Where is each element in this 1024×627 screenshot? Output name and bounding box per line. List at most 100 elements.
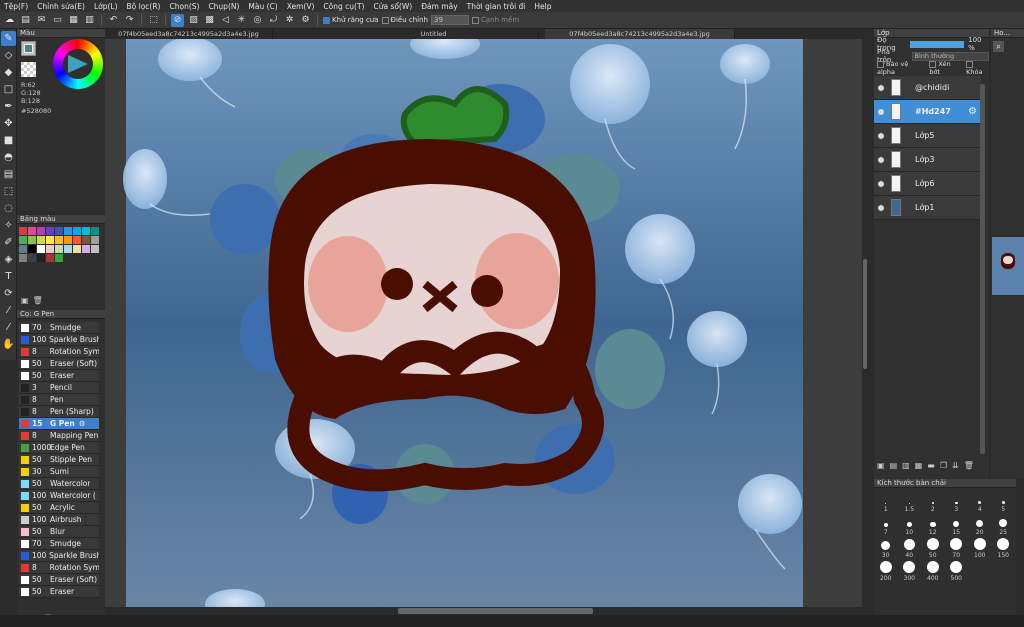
brush-item[interactable]: 100 Sparkle Brush [19, 550, 99, 562]
brush-settings-icon[interactable]: ⚙ [79, 419, 86, 428]
color-swatch[interactable] [55, 227, 63, 235]
layout-icon[interactable]: ▦ [67, 14, 80, 27]
color-swatch[interactable] [64, 236, 72, 244]
brush-size-option[interactable]: 30 [874, 537, 898, 560]
new-layer-8bit-icon[interactable]: ▤ [890, 461, 898, 470]
brush-size-option[interactable]: 300 [898, 560, 922, 583]
brush-size-option[interactable]: 400 [921, 560, 945, 583]
chat-icon[interactable]: ✉ [35, 14, 48, 27]
brush-item[interactable]: 50 Watercolor [19, 478, 99, 490]
settings-icon[interactable]: ⚙ [299, 14, 312, 27]
window-icon[interactable]: ▭ [51, 14, 64, 27]
shape-tool-icon[interactable]: □ [1, 82, 16, 97]
brush-item[interactable]: 50 Eraser (Soft) [19, 574, 99, 586]
new-layer-icon[interactable]: ▣ [877, 461, 885, 470]
pen-tool-icon[interactable]: ✒ [1, 99, 16, 114]
color-swatch[interactable] [37, 236, 45, 244]
brush-tool-icon[interactable]: ✎ [1, 31, 16, 46]
gradient-tool-icon[interactable]: ▤ [1, 167, 16, 182]
fg-bg-swatch[interactable] [21, 41, 36, 56]
select-eraser-icon[interactable]: ◈ [1, 252, 16, 267]
navigator-thumbnail[interactable] [992, 237, 1024, 295]
menu-item[interactable]: Bộ lọc(R) [127, 2, 161, 11]
vscroll-thumb[interactable] [863, 259, 867, 369]
merge-layer-icon[interactable]: ⇊ [952, 461, 959, 470]
menu-item[interactable]: Lớp(L) [94, 2, 118, 11]
menu-item[interactable]: Công cụ(T) [323, 2, 364, 11]
select-pen-icon[interactable]: ✐ [1, 235, 16, 250]
visibility-eye-icon[interactable] [878, 132, 884, 139]
brush-item[interactable]: 15 G Pen ⚙ [19, 418, 99, 430]
color-swatch[interactable] [37, 227, 45, 235]
layer-row[interactable]: Lớp5 [874, 124, 981, 148]
magic-wand-icon[interactable]: ✧ [1, 218, 16, 233]
brush-size-option[interactable]: 5 [992, 491, 1016, 514]
color-swatch[interactable] [46, 227, 54, 235]
brush-item[interactable]: 70 Smudge [19, 538, 99, 550]
bucket-tool-icon[interactable]: ◓ [1, 150, 16, 165]
layer-scrollbar[interactable] [980, 84, 985, 454]
radial-icon[interactable]: ✳ [235, 14, 248, 27]
layer-row[interactable]: Lớp6 [874, 172, 981, 196]
visibility-eye-icon[interactable] [878, 204, 884, 211]
tab-image-1[interactable]: 07f4b05eed3a8c74213c4995a2d3a4e3.jpg [105, 29, 273, 39]
select-rect-icon[interactable]: ⬚ [1, 184, 16, 199]
new-layer-1bit-icon[interactable]: ▥ [902, 461, 910, 470]
menu-item[interactable]: Chỉnh sửa(E) [37, 2, 85, 11]
blur-tool-icon[interactable]: ◆ [1, 65, 16, 80]
brush-size-option[interactable]: 3 [945, 491, 969, 514]
brush-item[interactable]: 8 Rotation Sym [19, 346, 99, 358]
color-swatch[interactable] [55, 236, 63, 244]
move-tool-icon[interactable]: ✥ [1, 116, 16, 131]
color-swatch[interactable] [37, 245, 45, 253]
menu-item[interactable]: Tệp(F) [4, 2, 28, 11]
save-icon[interactable]: ▤ [19, 14, 32, 27]
zoom-icon[interactable]: ⌕ [993, 41, 1004, 52]
color-swatch[interactable] [64, 227, 72, 235]
delete-swatch-icon[interactable]: 🗑 [33, 296, 43, 306]
brush-size-option[interactable]: 100 [968, 537, 992, 560]
deselect-icon[interactable]: ⬚ [147, 14, 160, 27]
layer-row[interactable]: Lớp1 [874, 196, 981, 220]
hand-tool-icon[interactable]: ✋ [1, 337, 16, 352]
visibility-eye-icon[interactable] [878, 84, 884, 91]
color-swatch[interactable] [28, 227, 36, 235]
transparent-swatch[interactable] [21, 62, 36, 77]
color-swatch[interactable] [28, 245, 36, 253]
brush-size-option[interactable]: 2 [921, 491, 945, 514]
color-swatch[interactable] [91, 227, 99, 235]
brush-size-option[interactable]: 12 [921, 514, 945, 537]
eyedropper-icon[interactable]: ⁄ [1, 303, 16, 318]
color-swatch[interactable] [73, 227, 81, 235]
brush-size-option[interactable]: 50 [921, 537, 945, 560]
add-swatch-icon[interactable]: ▣ [21, 296, 29, 306]
brush-size-option[interactable]: 150 [992, 537, 1016, 560]
brush-item[interactable]: 8 Rotation Sym [19, 562, 99, 574]
color-swatch[interactable] [91, 236, 99, 244]
brush-item[interactable]: 8 Pen [19, 394, 99, 406]
brush-item[interactable]: 100 Airbrush [19, 514, 99, 526]
curve-icon[interactable]: ⤾ [267, 14, 280, 27]
lock-toggle[interactable]: Khóa [966, 60, 989, 76]
canvas-area[interactable] [105, 39, 868, 607]
brush-size-option[interactable]: 500 [945, 560, 969, 583]
layer-row[interactable]: Lớp3 [874, 148, 981, 172]
color-wheel[interactable] [53, 39, 103, 89]
brush-item[interactable]: 50 Blur [19, 526, 99, 538]
visibility-eye-icon[interactable] [878, 180, 884, 187]
brush-size-option[interactable]: 7 [874, 514, 898, 537]
new-folder-icon[interactable]: ▬ [927, 461, 935, 470]
menu-item[interactable]: Màu (C) [248, 2, 277, 11]
opacity-slider[interactable] [909, 40, 965, 48]
canvas-vertical-scrollbar[interactable] [862, 39, 868, 607]
menu-item[interactable]: Đám mây [421, 2, 457, 11]
adjust-dropdown[interactable]: 39 [431, 15, 469, 25]
brush-size-option[interactable]: 1.5 [898, 491, 922, 514]
color-swatch[interactable] [19, 227, 27, 235]
brush-item[interactable]: 3 Pencil [19, 382, 99, 394]
color-swatch[interactable] [46, 254, 54, 262]
divide-tool-icon[interactable]: ⟳ [1, 286, 16, 301]
concentric-icon[interactable]: ◎ [251, 14, 264, 27]
eyedropper2-icon[interactable]: ⁄ [1, 320, 16, 335]
color-swatch[interactable] [37, 254, 45, 262]
